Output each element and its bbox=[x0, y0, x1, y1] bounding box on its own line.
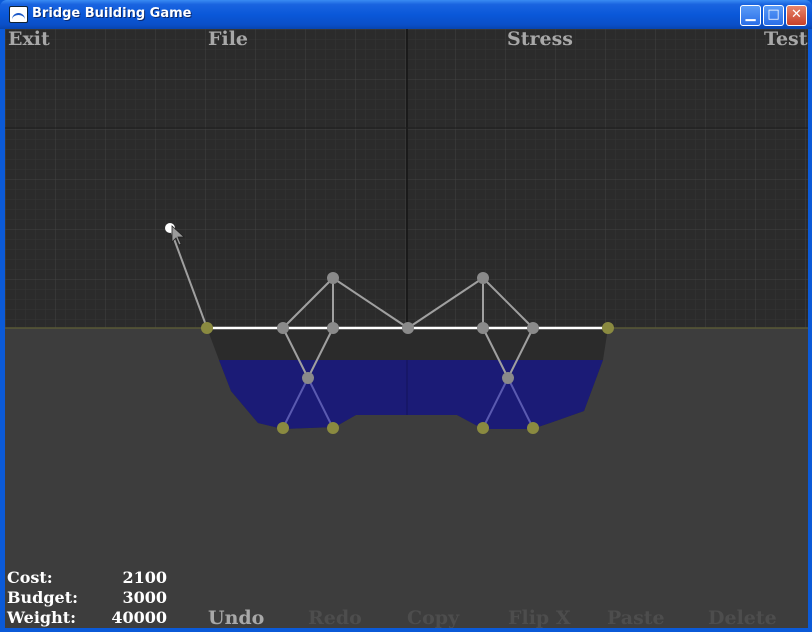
redo-button[interactable]: Redo bbox=[308, 607, 362, 628]
weight-label: Weight: bbox=[7, 608, 77, 627]
joint-node bbox=[327, 322, 339, 334]
minimize-icon: ▁ bbox=[745, 7, 756, 22]
anchor-node bbox=[327, 422, 339, 434]
cost-value: 2100 bbox=[122, 568, 167, 587]
maximize-icon: □ bbox=[767, 7, 780, 22]
joint-node bbox=[527, 322, 539, 334]
joint-node bbox=[477, 322, 489, 334]
copy-button[interactable]: Copy bbox=[407, 607, 459, 628]
joint-node bbox=[402, 322, 414, 334]
menu-file[interactable]: File bbox=[208, 29, 248, 50]
anchor-node bbox=[277, 422, 289, 434]
joint-node bbox=[277, 322, 289, 334]
title-bar[interactable]: Bridge Building Game ▁ □ ✕ bbox=[0, 0, 812, 29]
anchor-node bbox=[201, 322, 213, 334]
paste-button[interactable]: Paste bbox=[607, 607, 665, 628]
close-button[interactable]: ✕ bbox=[786, 5, 807, 26]
flip-x-button[interactable]: Flip X bbox=[508, 607, 571, 628]
game-canvas-area[interactable]: Exit File Stress Test Undo Redo Copy Fli… bbox=[5, 29, 808, 628]
game-window: Bridge Building Game ▁ □ ✕ Exit File Str… bbox=[0, 0, 812, 632]
bridge-scene[interactable] bbox=[5, 29, 808, 628]
anchor-node bbox=[602, 322, 614, 334]
anchor-node bbox=[477, 422, 489, 434]
minimize-button[interactable]: ▁ bbox=[740, 5, 761, 26]
menu-test[interactable]: Test bbox=[764, 29, 808, 50]
weight-value: 40000 bbox=[111, 608, 167, 627]
joint-node bbox=[302, 372, 314, 384]
close-icon: ✕ bbox=[791, 7, 802, 22]
joint-node bbox=[327, 272, 339, 284]
window-title: Bridge Building Game bbox=[32, 6, 192, 21]
bridge-app-icon bbox=[9, 6, 28, 23]
menu-stress[interactable]: Stress bbox=[507, 29, 573, 50]
budget-label: Budget: bbox=[7, 588, 79, 607]
maximize-button[interactable]: □ bbox=[763, 5, 784, 26]
undo-button[interactable]: Undo bbox=[208, 607, 264, 628]
anchor-node bbox=[527, 422, 539, 434]
joint-node bbox=[502, 372, 514, 384]
joint-node bbox=[477, 272, 489, 284]
delete-button[interactable]: Delete bbox=[708, 607, 777, 628]
menu-exit[interactable]: Exit bbox=[8, 29, 50, 50]
cost-label: Cost: bbox=[7, 568, 53, 587]
budget-value: 3000 bbox=[122, 588, 167, 607]
